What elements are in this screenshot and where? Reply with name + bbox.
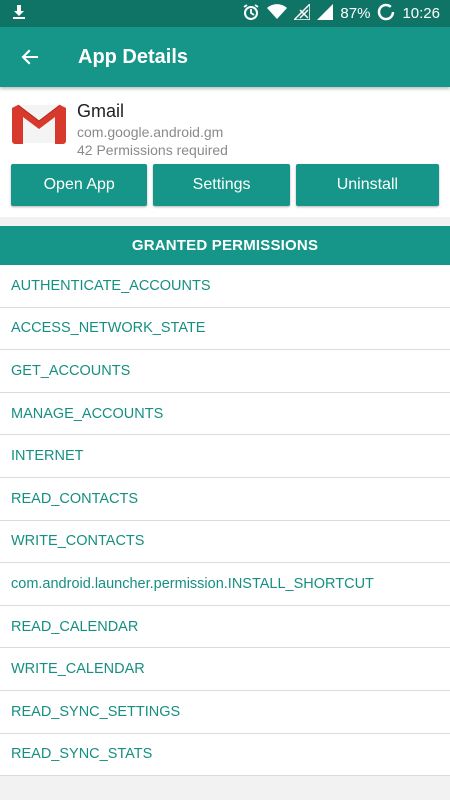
signal-icon: [317, 3, 334, 24]
back-button[interactable]: [0, 27, 60, 87]
settings-button[interactable]: Settings: [153, 164, 290, 206]
list-item[interactable]: AUTHENTICATE_ACCOUNTS: [0, 265, 450, 308]
app-name: Gmail: [77, 101, 125, 121]
battery-percent: 87%: [340, 5, 371, 22]
clock: 10:26: [402, 5, 440, 22]
list-item[interactable]: ACCESS_NETWORK_STATE: [0, 308, 450, 351]
granted-permissions-header: GRANTED PERMISSIONS: [0, 226, 450, 265]
wifi-icon: [267, 3, 288, 24]
permission-list: AUTHENTICATE_ACCOUNTS ACCESS_NETWORK_STA…: [0, 265, 450, 777]
list-item[interactable]: READ_SYNC_SETTINGS: [0, 691, 450, 734]
list-item[interactable]: INTERNET: [0, 435, 450, 478]
list-item[interactable]: READ_SYNC_STATS: [0, 734, 450, 777]
status-bar: 87% 10:26: [0, 0, 450, 27]
list-item[interactable]: READ_CALENDAR: [0, 606, 450, 649]
page-title: App Details: [78, 45, 189, 68]
no-signal-icon: [292, 1, 312, 24]
app-info-card: Gmail com.google.android.gm 42 Permissio…: [0, 87, 450, 217]
uninstall-button[interactable]: Uninstall: [295, 164, 439, 206]
list-item[interactable]: READ_CONTACTS: [0, 478, 450, 521]
list-item[interactable]: GET_ACCOUNTS: [0, 350, 450, 393]
list-item[interactable]: MANAGE_ACCOUNTS: [0, 393, 450, 436]
action-buttons: Open App Settings Uninstall: [11, 164, 439, 206]
permissions-count: 42 Permissions required: [77, 142, 228, 158]
list-item[interactable]: WRITE_CALENDAR: [0, 648, 450, 691]
list-item[interactable]: com.android.launcher.permission.INSTALL_…: [0, 563, 450, 606]
open-app-button[interactable]: Open App: [11, 164, 148, 206]
app-package: com.google.android.gm: [77, 124, 224, 140]
app-bar: App Details: [0, 27, 450, 87]
alarm-icon: [242, 3, 260, 25]
list-item[interactable]: WRITE_CONTACTS: [0, 521, 450, 564]
battery-icon: [377, 3, 395, 25]
arrow-back-icon: [21, 49, 38, 65]
download-icon: [12, 4, 26, 24]
gmail-icon: [12, 103, 66, 145]
